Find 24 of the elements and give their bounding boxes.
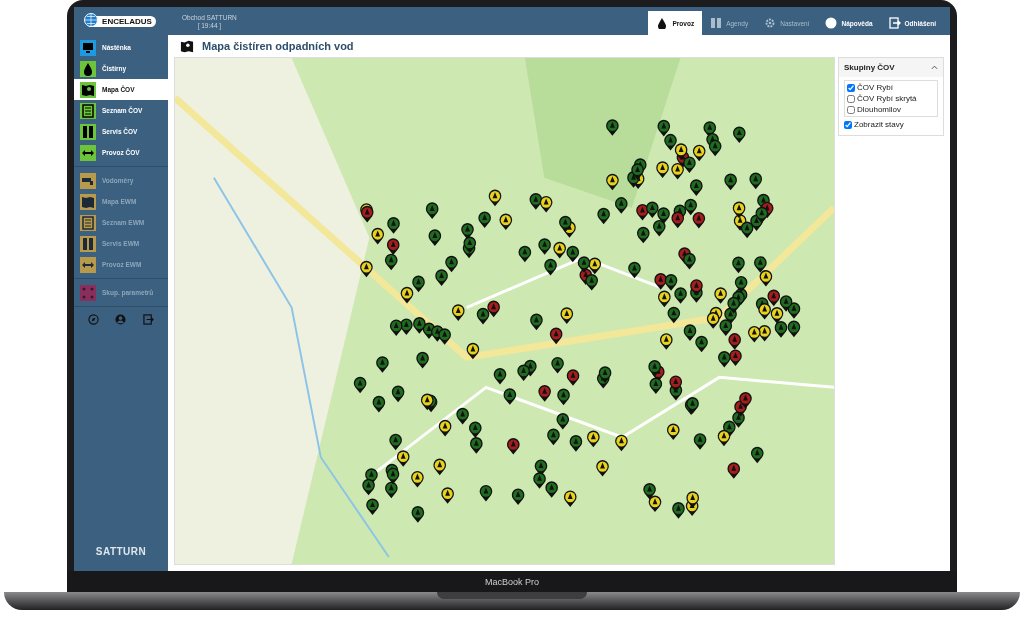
checkbox[interactable] <box>847 83 855 92</box>
map-icon <box>180 39 194 53</box>
page-title: Mapa čistíren odpadních vod <box>202 40 354 52</box>
device-label: MacBook Pro <box>485 576 539 587</box>
checkbox[interactable] <box>847 105 855 114</box>
binder-icon <box>710 17 723 29</box>
brand-logo: SATTURN <box>94 546 148 559</box>
drop-icon <box>656 17 669 29</box>
gear-icon <box>764 17 777 29</box>
app-logo: ENCELADUS <box>86 15 156 27</box>
user-icon[interactable] <box>115 314 127 325</box>
panel-header[interactable]: Skupiny ČOV <box>839 58 943 77</box>
logout-icon <box>888 17 901 29</box>
checkbox[interactable] <box>844 120 852 129</box>
globe-icon <box>84 12 99 27</box>
group-checkbox[interactable]: Dlouhomilov <box>847 105 935 114</box>
states-checkbox[interactable]: Zobrazit stavy <box>844 120 938 129</box>
group-checkbox[interactable]: ČOV Rybí skrytá <box>847 94 935 103</box>
logout-icon[interactable] <box>142 314 154 325</box>
chevron-icon <box>931 65 938 70</box>
checkbox[interactable] <box>847 94 855 103</box>
map-drawing[interactable] <box>174 57 835 565</box>
compass-icon[interactable] <box>88 314 100 325</box>
group-checkbox[interactable]: ČOV Rybí <box>847 83 935 92</box>
